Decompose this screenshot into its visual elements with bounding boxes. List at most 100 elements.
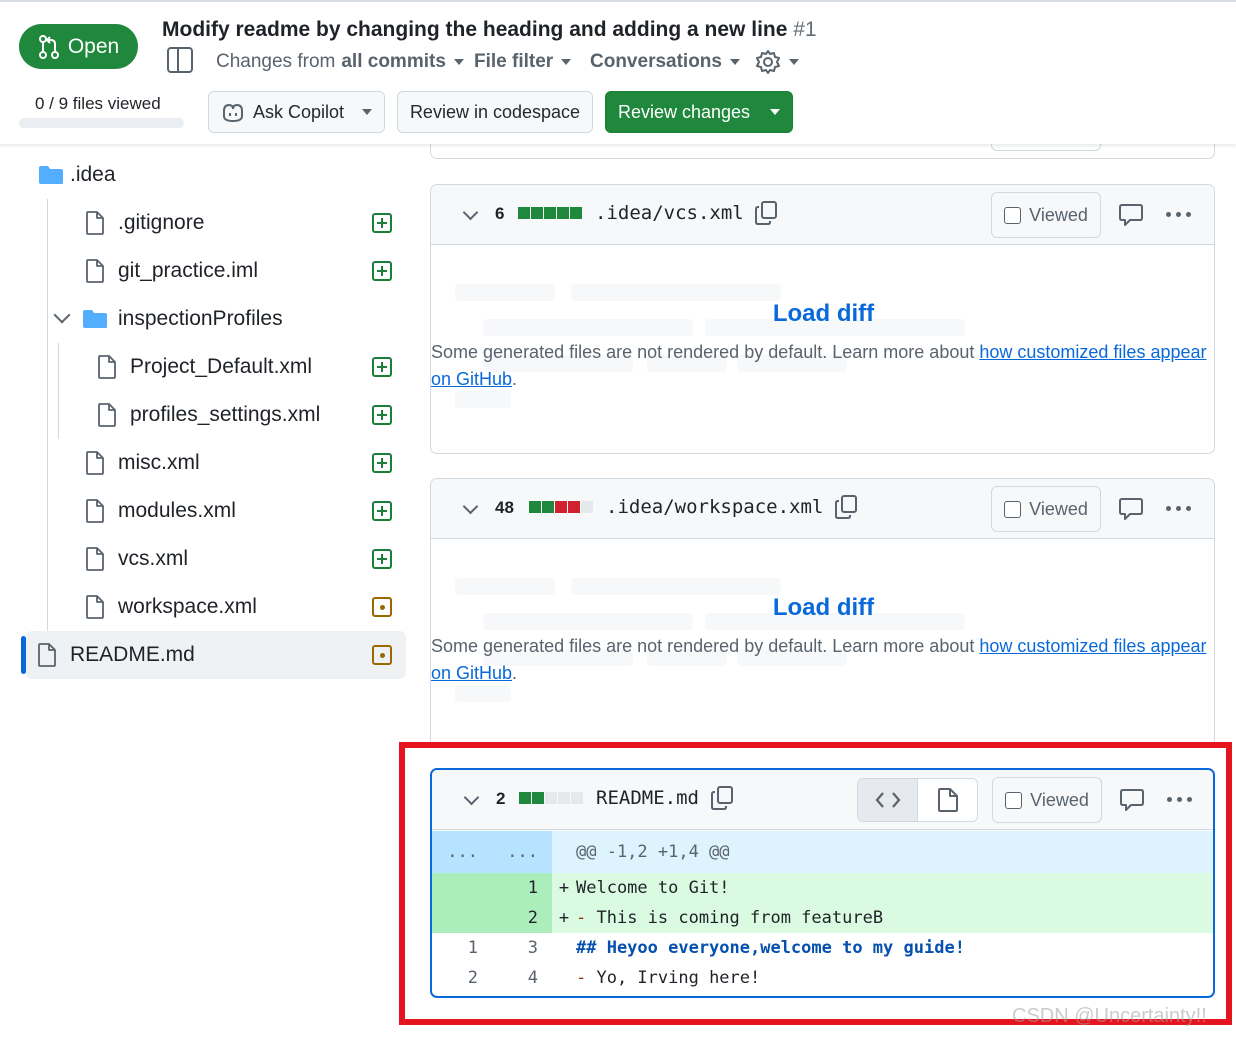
copy-icon[interactable] xyxy=(710,786,733,810)
caret-down-icon xyxy=(453,59,464,65)
checkbox-icon xyxy=(1004,500,1022,518)
changes-from-prefix: Changes from xyxy=(216,51,336,72)
new-line-number[interactable]: 1 xyxy=(492,873,552,903)
caret-down-icon xyxy=(770,109,781,115)
code-cell: ## Heyoo everyone,welcome to my guide! xyxy=(576,933,1213,963)
files-viewed-progress xyxy=(19,118,184,128)
chevron-down-icon[interactable] xyxy=(463,789,480,806)
diffstat-block xyxy=(571,792,583,804)
file-filter-dropdown[interactable]: File filter xyxy=(474,51,572,73)
diffstat-block xyxy=(532,792,544,804)
tree-item-vcs-xml[interactable]: vcs.xml xyxy=(26,535,406,583)
diffstat-block xyxy=(542,501,554,513)
caret-down-icon xyxy=(789,59,799,65)
copy-icon[interactable] xyxy=(834,495,857,519)
diff-settings-button[interactable] xyxy=(755,48,799,76)
hunk-header-row: ...... @@ -1,2 +1,4 @@ xyxy=(432,831,1213,873)
added-line-row: 1 + Welcome to Git! xyxy=(432,873,1213,903)
diffstat-block xyxy=(557,207,569,219)
file-added-icon xyxy=(372,549,392,569)
review-in-codespace-label: Review in codespace xyxy=(409,101,581,122)
changes-from-value: all commits xyxy=(341,51,446,72)
diff-sign: + xyxy=(558,878,570,898)
diffstat-blocks xyxy=(529,501,593,513)
notice-end: . xyxy=(512,369,518,389)
tree-item-modules-xml[interactable]: modules.xml xyxy=(26,487,406,535)
diffstat-block xyxy=(570,207,582,219)
diffstat-block xyxy=(529,501,541,513)
caret-down-icon xyxy=(561,59,572,65)
tree-item-workspace-xml[interactable]: workspace.xml xyxy=(26,583,406,631)
rich-diff-button[interactable] xyxy=(917,779,977,821)
file-added-icon xyxy=(372,501,392,521)
file-icon xyxy=(86,595,104,619)
diffstat-count: 2 xyxy=(496,789,506,808)
changes-from-dropdown[interactable]: Changes from all commits xyxy=(216,51,464,73)
viewed-label: Viewed xyxy=(1030,789,1089,810)
file-header: 2 README.md Viewed xyxy=(432,770,1213,830)
file-diff-readme-md: 2 README.md Viewed...... @@ -1,2 +1,4 @@ 1 + W… xyxy=(430,768,1215,998)
viewed-checkbox[interactable]: Viewed xyxy=(991,486,1101,532)
new-line-number[interactable]: 3 xyxy=(492,933,552,963)
more-options-icon[interactable] xyxy=(1166,506,1191,511)
expand-down-button[interactable]: ... xyxy=(492,831,552,873)
old-line-number[interactable]: 2 xyxy=(432,963,492,993)
old-line-number[interactable] xyxy=(432,903,492,933)
file-added-icon xyxy=(372,213,392,233)
file-filter-label: File filter xyxy=(474,51,554,72)
conversations-dropdown[interactable]: Conversations xyxy=(590,51,740,73)
comment-icon[interactable] xyxy=(1119,497,1143,521)
diffstat-block xyxy=(531,207,543,219)
diff-sign xyxy=(552,933,576,963)
comment-icon[interactable] xyxy=(1119,203,1143,227)
more-options-icon[interactable] xyxy=(1166,212,1191,217)
expand-up-button[interactable]: ... xyxy=(432,831,492,873)
load-diff-link[interactable]: Load diff xyxy=(431,594,1214,622)
tree-item-idea[interactable]: .idea xyxy=(26,151,406,199)
git-pull-request-icon xyxy=(38,34,59,59)
tree-item-project-default-xml[interactable]: Project_Default.xml xyxy=(26,343,406,391)
source-diff-button[interactable] xyxy=(858,779,917,821)
load-diff-link[interactable]: Load diff xyxy=(431,300,1214,328)
tree-item-profiles-settings-xml[interactable]: profiles_settings.xml xyxy=(26,391,406,439)
file-name[interactable]: README.md xyxy=(596,787,699,809)
caret-down-icon xyxy=(729,59,740,65)
tree-item-git-practice-iml[interactable]: git_practice.iml xyxy=(26,247,406,295)
sidebar-toggle-icon[interactable] xyxy=(167,47,193,73)
tree-item-label: .idea xyxy=(70,163,116,186)
diff-sign xyxy=(552,963,576,993)
comment-icon[interactable] xyxy=(1120,788,1144,812)
viewed-checkbox[interactable]: Viewed xyxy=(992,777,1102,823)
chevron-down-icon[interactable] xyxy=(462,204,479,221)
viewed-checkbox[interactable]: Viewed xyxy=(991,192,1101,238)
pr-header: Open Modify readme by changing the headi… xyxy=(0,0,1236,144)
list-marker: - xyxy=(576,908,587,928)
tree-item-inspectionprofiles[interactable]: inspectionProfiles xyxy=(26,295,406,343)
copy-icon[interactable] xyxy=(755,201,778,225)
new-line-number[interactable]: 2 xyxy=(492,903,552,933)
tree-item-misc-xml[interactable]: misc.xml xyxy=(26,439,406,487)
tree-item-readme-md[interactable]: README.md xyxy=(26,631,406,679)
tree-item-gitignore[interactable]: .gitignore xyxy=(26,199,406,247)
loading-placeholder xyxy=(571,284,781,301)
file-added-icon xyxy=(372,405,392,425)
more-options-icon[interactable] xyxy=(1167,797,1192,802)
chevron-down-icon[interactable] xyxy=(462,498,479,515)
old-line-number[interactable] xyxy=(432,873,492,903)
review-changes-button[interactable]: Review changes xyxy=(605,91,793,133)
viewed-label: Viewed xyxy=(1029,204,1088,225)
notice-text: Some generated files are not rendered by… xyxy=(431,636,975,656)
diffstat-blocks xyxy=(519,792,583,804)
file-name[interactable]: .idea/vcs.xml xyxy=(595,202,744,224)
file-name[interactable]: .idea/workspace.xml xyxy=(606,496,823,518)
file-diff-workspace-xml: 48 .idea/workspace.xml Viewed Load diff Some… xyxy=(430,478,1215,748)
review-in-codespace-button[interactable]: Review in codespace xyxy=(397,91,593,133)
folder-icon xyxy=(83,310,107,328)
old-line-number[interactable]: 1 xyxy=(432,933,492,963)
file-diff-vcs-xml: 6 .idea/vcs.xml Viewed Load diff Some genera… xyxy=(430,184,1215,454)
ask-copilot-button[interactable]: Ask Copilot xyxy=(208,91,385,133)
chevron-down-icon[interactable] xyxy=(53,306,71,324)
new-line-number[interactable]: 4 xyxy=(492,963,552,993)
ask-copilot-label: Ask Copilot xyxy=(252,101,345,122)
diffstat-block xyxy=(555,501,567,513)
